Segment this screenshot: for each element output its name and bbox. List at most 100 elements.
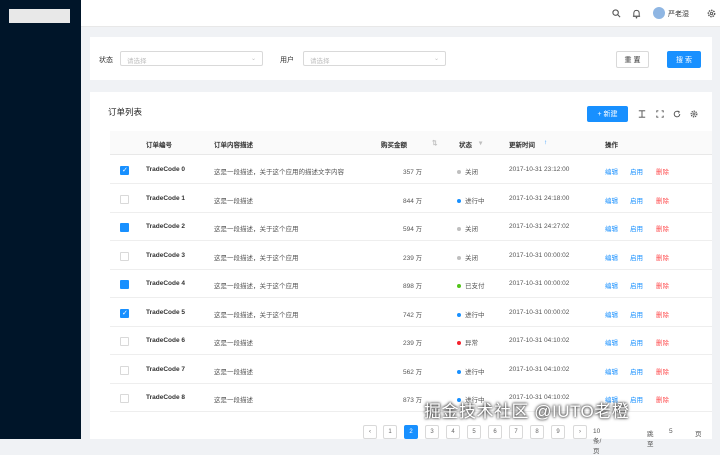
status-badge: 异常 (465, 340, 478, 347)
row-checkbox[interactable] (120, 394, 129, 403)
order-amount: 357 万 (403, 169, 423, 176)
edit-link[interactable]: 编辑 (605, 366, 618, 376)
delete-link[interactable]: 删除 (656, 394, 669, 404)
fullscreen-icon[interactable] (656, 110, 664, 120)
col-updated-time[interactable]: 更新时间 (509, 139, 535, 149)
row-checkbox[interactable] (120, 280, 129, 289)
page-8-button[interactable]: 8 (530, 425, 544, 439)
username[interactable]: 严老湿 (668, 9, 689, 19)
edit-link[interactable]: 编辑 (605, 252, 618, 262)
page-1-button[interactable]: 1 (383, 425, 397, 439)
edit-link[interactable]: 编辑 (605, 223, 618, 233)
chevron-down-icon: ⌄ (250, 56, 256, 62)
edit-link[interactable]: 编辑 (605, 195, 618, 205)
updated-time: 2017-10-31 04:10:02 (509, 365, 570, 373)
enable-link[interactable]: 启用 (630, 309, 643, 319)
edit-link[interactable]: 编辑 (605, 337, 618, 347)
avatar[interactable] (653, 7, 665, 19)
col-amount[interactable]: 购买金额 (381, 139, 407, 149)
delete-link[interactable]: 删除 (656, 309, 669, 319)
status-dot (457, 341, 461, 346)
status-dot (457, 255, 461, 260)
status-select[interactable]: 请选择 ⌄ (120, 51, 263, 66)
jump-input[interactable]: 5 (669, 428, 673, 435)
search-button[interactable]: 搜 索 (667, 51, 701, 68)
reset-button[interactable]: 重 置 (616, 51, 649, 68)
row-checkbox[interactable] (120, 365, 129, 375)
delete-link[interactable]: 删除 (656, 366, 669, 376)
search-icon[interactable] (611, 8, 622, 19)
page-9-button[interactable]: 9 (551, 425, 565, 439)
order-amount: 562 万 (403, 368, 423, 376)
next-page-button[interactable]: › (573, 425, 587, 439)
table-row: TradeCode 0 这是一段描述，关于这个应用的描述文字内容 357 万 关闭 20… (110, 156, 712, 184)
edit-link[interactable]: 编辑 (605, 309, 618, 319)
reload-icon[interactable] (673, 110, 681, 120)
enable-link[interactable]: 启用 (630, 394, 643, 404)
row-checkbox[interactable] (120, 308, 129, 318)
density-icon[interactable] (638, 110, 646, 120)
order-description: 这是一段描述 (214, 197, 253, 205)
status-dot (457, 170, 461, 175)
page-size-select[interactable]: 10 条/页 (593, 428, 601, 455)
page-3-button[interactable]: 3 (425, 425, 439, 439)
bell-icon[interactable] (631, 8, 642, 19)
status-filter-label: 状态 (99, 57, 113, 64)
order-amount: 594 万 (403, 226, 423, 233)
edit-link[interactable]: 编辑 (605, 166, 618, 176)
page-7-button[interactable]: 7 (509, 425, 523, 439)
order-code: TradeCode 6 (146, 337, 186, 344)
delete-link[interactable]: 删除 (656, 223, 669, 233)
page-6-button[interactable]: 6 (488, 425, 502, 439)
row-checkbox[interactable] (120, 251, 129, 261)
sort-up-icon[interactable]: ↑ (544, 139, 547, 146)
updated-time: 2017-10-31 24:27:02 (509, 223, 570, 230)
enable-link[interactable]: 启用 (630, 223, 643, 233)
enable-link[interactable]: 启用 (630, 366, 643, 376)
page-2-button[interactable]: 2 (404, 425, 418, 439)
prev-page-button[interactable]: ‹ (363, 425, 377, 439)
order-code: TradeCode 3 (146, 251, 186, 259)
order-description: 这是一段描述 (214, 397, 253, 404)
page-5-button[interactable]: 5 (467, 425, 481, 439)
status-badge: 进行中 (465, 197, 485, 205)
settings-icon[interactable] (706, 8, 717, 19)
status-dot (457, 369, 461, 374)
enable-link[interactable]: 启用 (630, 195, 643, 205)
row-checkbox[interactable] (120, 194, 129, 204)
status-badge: 进行中 (465, 368, 485, 376)
enable-link[interactable]: 启用 (630, 280, 643, 290)
status-select-placeholder: 请选择 (127, 58, 147, 65)
page-4-button[interactable]: 4 (446, 425, 460, 439)
column-settings-icon[interactable] (690, 110, 698, 120)
filter-icon[interactable]: ▾ (479, 139, 482, 147)
delete-link[interactable]: 删除 (656, 280, 669, 290)
sort-icon[interactable]: ⇅ (432, 139, 437, 147)
row-checkbox[interactable] (120, 166, 129, 175)
user-select-placeholder: 请选择 (310, 58, 330, 65)
table-row: TradeCode 7 这是一段描述 562 万 进行中 2017-10-31 04:1… (110, 356, 712, 384)
status-dot (457, 312, 461, 317)
table-row: TradeCode 4 这是一段描述，关于这个应用 898 万 已支付 2017-10-… (110, 270, 712, 298)
order-description: 这是一段描述，关于这个应用的描述文字内容 (214, 169, 344, 176)
delete-link[interactable]: 删除 (656, 166, 669, 176)
col-status[interactable]: 状态 (459, 139, 472, 149)
col-description: 订单内容描述 (214, 142, 253, 149)
order-description: 这是一段描述 (214, 368, 253, 376)
enable-link[interactable]: 启用 (630, 337, 643, 347)
delete-link[interactable]: 删除 (656, 252, 669, 262)
table-row: TradeCode 3 这是一段描述，关于这个应用 239 万 关闭 2017-10-3… (110, 242, 712, 270)
order-amount: 844 万 (403, 197, 423, 205)
edit-link[interactable]: 编辑 (605, 280, 618, 290)
table-row: TradeCode 6 这是一段描述 239 万 异常 2017-10-31 04:10… (110, 327, 712, 355)
new-button[interactable]: + 新建 (587, 106, 628, 122)
order-amount: 239 万 (403, 340, 423, 347)
order-code: TradeCode 7 (146, 365, 186, 373)
delete-link[interactable]: 删除 (656, 195, 669, 205)
row-checkbox[interactable] (120, 223, 129, 232)
enable-link[interactable]: 启用 (630, 252, 643, 262)
delete-link[interactable]: 删除 (656, 337, 669, 347)
row-checkbox[interactable] (120, 337, 129, 346)
enable-link[interactable]: 启用 (630, 166, 643, 176)
user-select[interactable]: 请选择 ⌄ (303, 51, 446, 66)
